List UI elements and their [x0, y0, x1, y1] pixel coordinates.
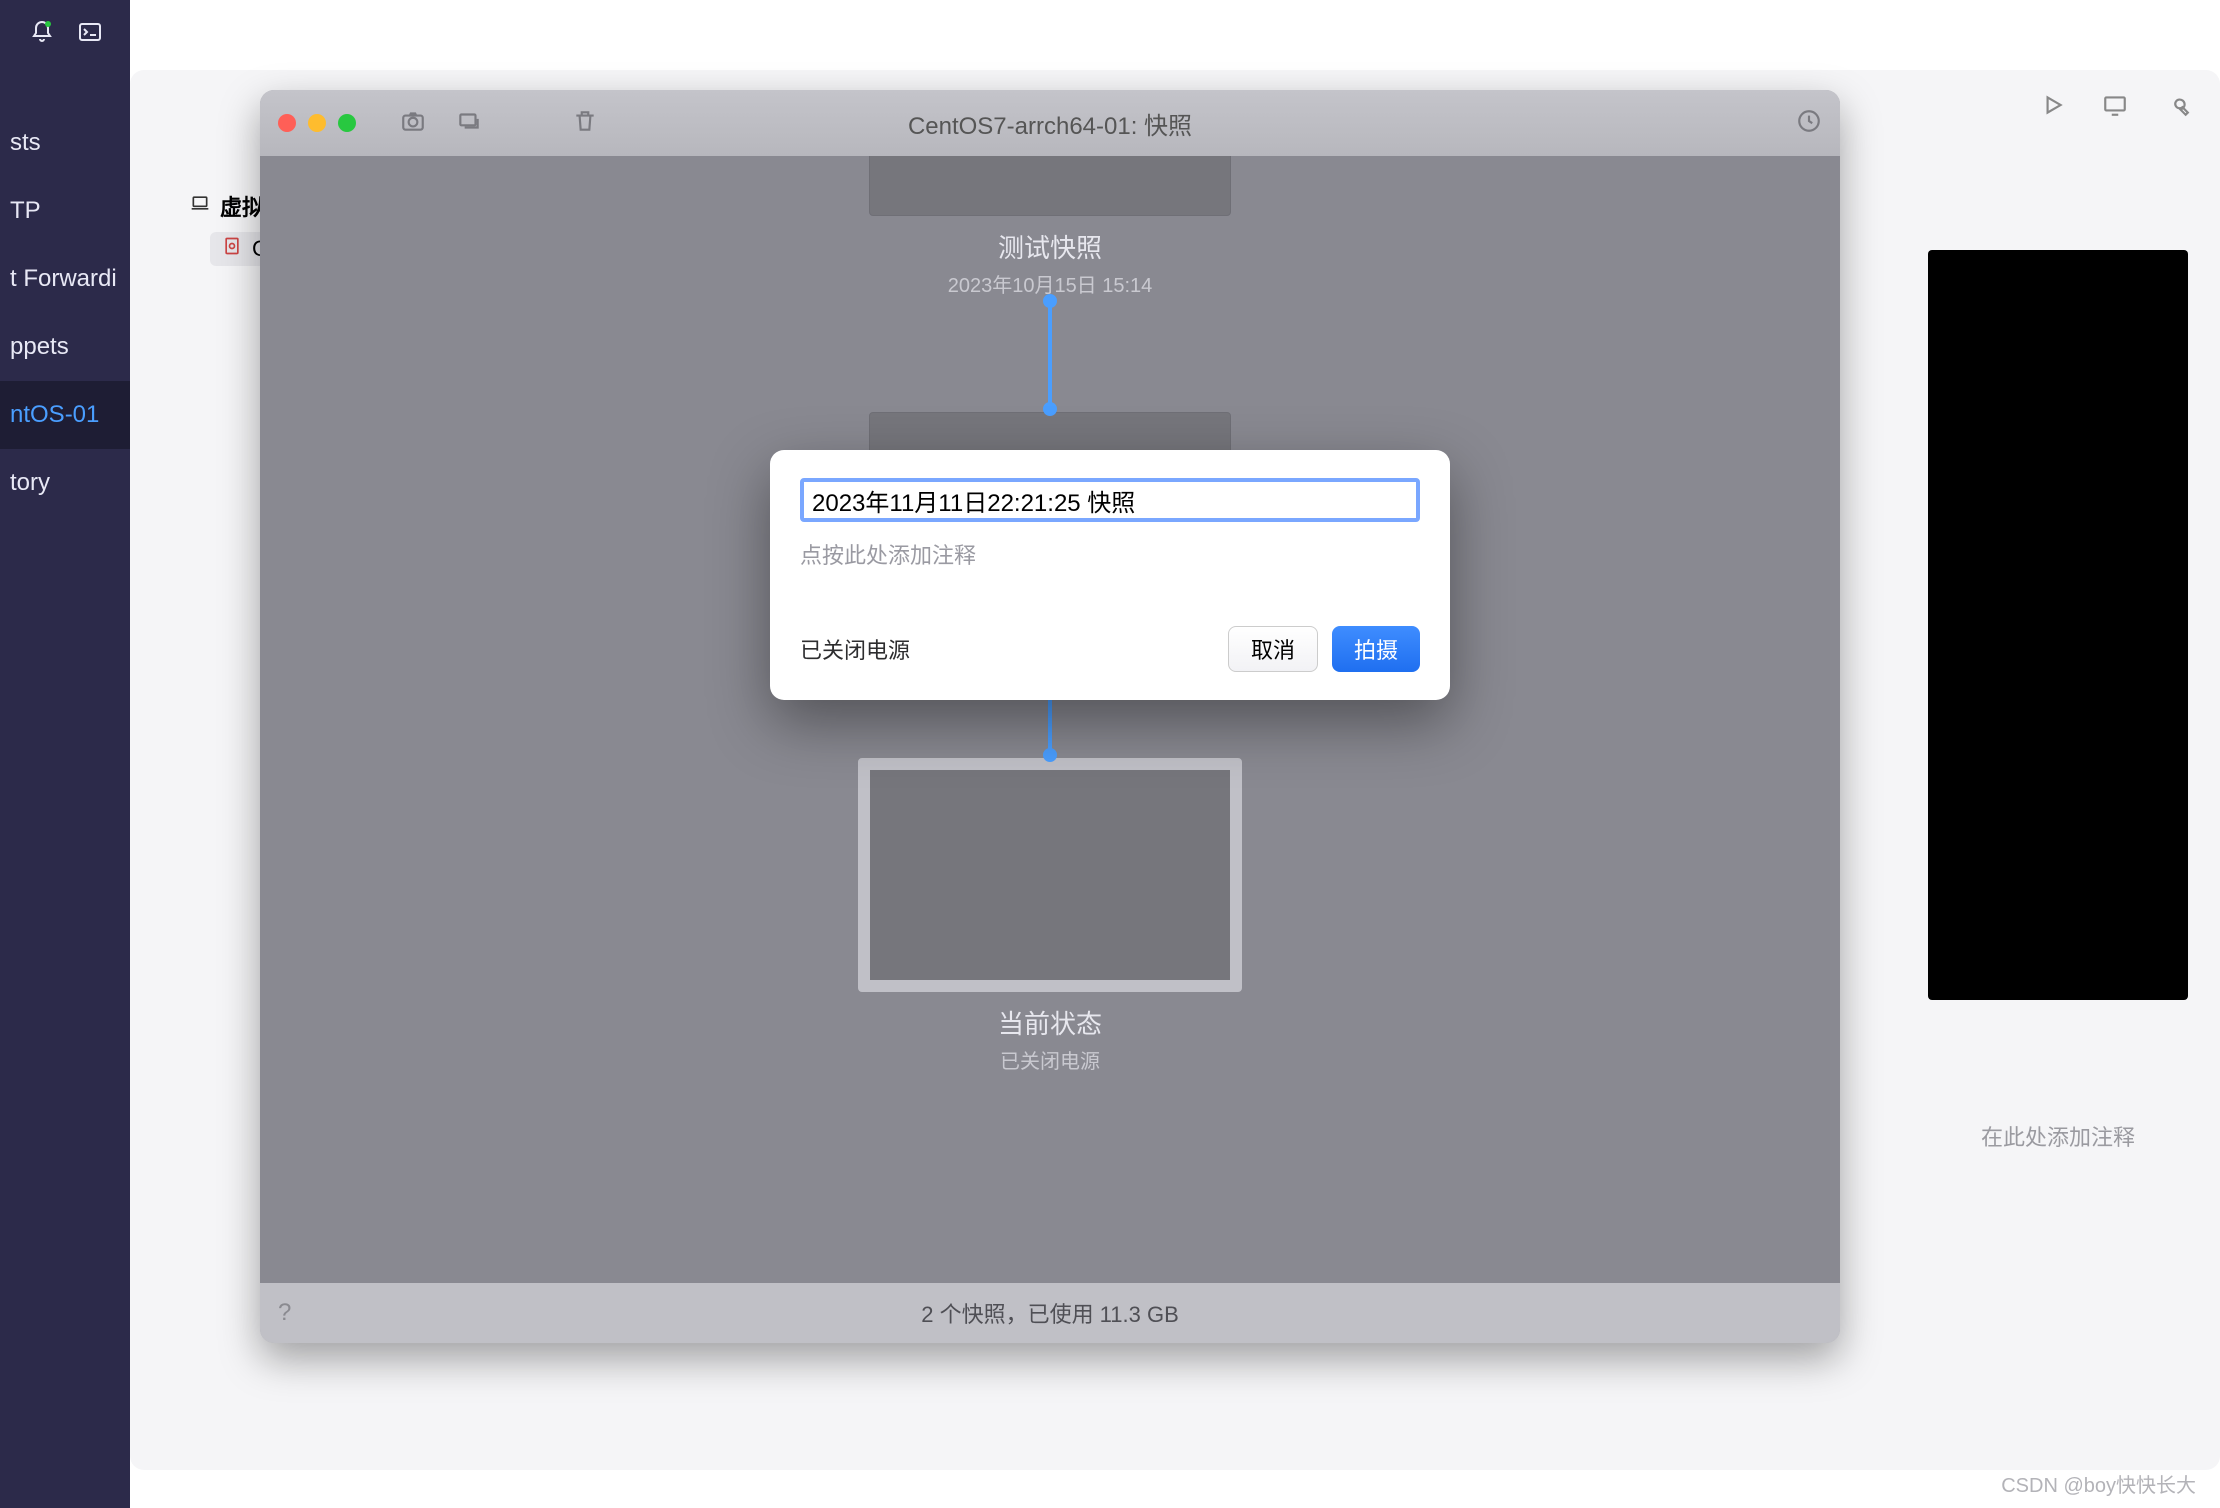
laptop-icon — [190, 193, 210, 219]
snapshot-footer-text: 2 个快照，已使用 11.3 GB — [921, 1297, 1179, 1329]
take-snapshot-button[interactable]: 拍摄 — [1332, 626, 1420, 672]
cancel-button[interactable]: 取消 — [1228, 626, 1318, 672]
sidebar-item-tp[interactable]: TP — [0, 177, 130, 245]
host-sidebar: sts TP t Forwardi ppets ntOS-01 tory — [0, 0, 130, 1508]
snapshot-notes-placeholder[interactable]: 点按此处添加注释 — [800, 538, 1420, 570]
sidebar-item-forwarding[interactable]: t Forwardi — [0, 245, 130, 313]
snapshot-toolbar: CentOS7-arrch64-01: 快照 — [260, 90, 1840, 156]
add-comment-placeholder[interactable]: 在此处添加注释 — [1928, 1120, 2188, 1152]
create-snapshot-popover: 点按此处添加注释 已关闭电源 取消 拍摄 — [770, 450, 1450, 700]
terminal-icon[interactable] — [78, 20, 102, 49]
sidebar-item-tory[interactable]: tory — [0, 449, 130, 517]
vmfile-icon — [222, 236, 242, 262]
current-state-sub: 已关闭电源 — [1000, 1045, 1100, 1074]
vm-preview — [1928, 250, 2188, 1000]
snapshot-name-input[interactable] — [800, 478, 1420, 522]
bell-icon[interactable] — [30, 20, 54, 49]
sidebar-item-sts[interactable]: sts — [0, 109, 130, 177]
wrench-icon[interactable] — [2164, 92, 2190, 123]
snapshot-thumb-1[interactable] — [869, 156, 1231, 216]
snapshot-footer: ? 2 个快照，已使用 11.3 GB — [260, 1283, 1840, 1343]
snapshot-canvas[interactable]: 测试快照 2023年10月15日 15:14 当前状态 已关闭电源 — [260, 156, 1840, 1283]
current-state-name: 当前状态 — [998, 1004, 1102, 1041]
snapshot-window-title: CentOS7-arrch64-01: 快照 — [260, 106, 1840, 141]
snapshot-window: CentOS7-arrch64-01: 快照 测试快照 2023年10月15日 … — [260, 90, 1840, 1343]
watermark: CSDN @boy快快长大 — [2001, 1469, 2196, 1498]
sidebar-item-centos01[interactable]: ntOS-01 — [0, 381, 130, 449]
power-state-label: 已关闭电源 — [800, 633, 910, 665]
help-icon[interactable]: ? — [278, 1299, 291, 1327]
snapshot-1-name: 测试快照 — [998, 228, 1102, 265]
vm-folder-label: 虚拟 — [220, 190, 264, 222]
current-state-thumb[interactable] — [858, 758, 1242, 992]
screen-icon[interactable] — [2102, 92, 2128, 123]
play-icon[interactable] — [2040, 92, 2066, 123]
sidebar-item-ppets[interactable]: ppets — [0, 313, 130, 381]
host-toolbar — [2040, 92, 2190, 123]
